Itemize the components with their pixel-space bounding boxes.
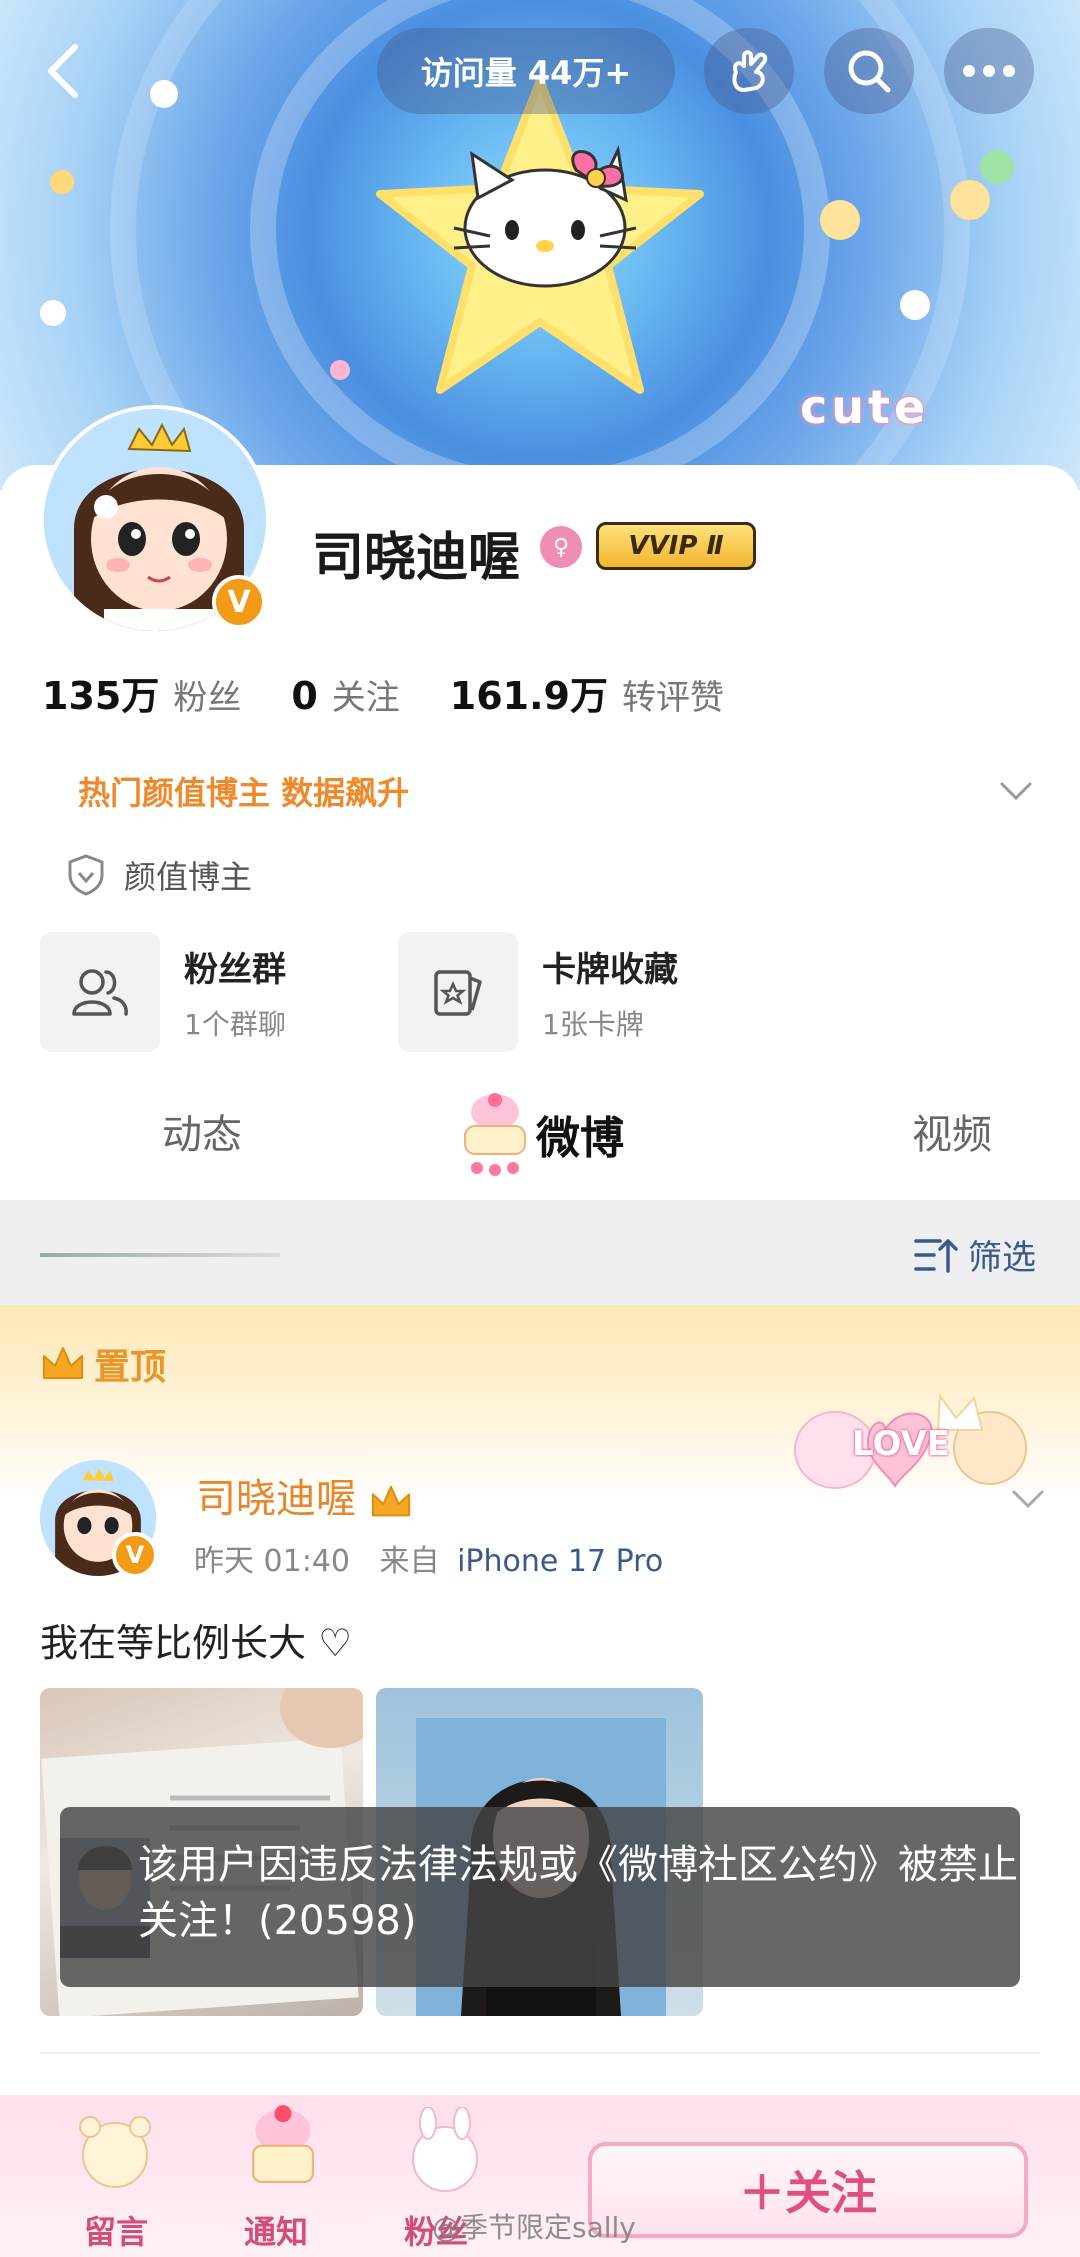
shield-icon [68, 854, 104, 896]
post-source-prefix: 来自 [379, 1544, 440, 1579]
tab-weibo[interactable]: 微博 [536, 1102, 624, 1166]
search-icon [848, 50, 891, 93]
post-source[interactable]: iPhone 17 Pro [457, 1544, 663, 1579]
category-tag[interactable]: 颜值博主 [66, 852, 252, 898]
sort-filter-icon [914, 1238, 958, 1273]
banner-dot [820, 200, 860, 240]
post-author-name-text: 司晓迪喔 [196, 1476, 356, 1522]
hand-icon [732, 50, 768, 92]
banner-dot [50, 170, 74, 194]
post-menu-chevron-icon[interactable] [1008, 1478, 1048, 1518]
post-time: 昨天 01:40 [194, 1544, 350, 1579]
hot-tag[interactable]: 热门颜值博主 数据飙升 [78, 768, 409, 814]
ban-notice-toast: 该用户因违反法律法规或《微博社区公约》被禁止关注！(20598) [60, 1807, 1020, 1987]
profile-stats: 135万 粉丝 0 关注 161.9万 转评赞 [42, 665, 774, 720]
fan-group-title: 粉丝群 [184, 949, 286, 990]
post-author-name[interactable]: 司晓迪喔 [196, 1466, 413, 1524]
vvip-badge[interactable]: VVIP Ⅱ [596, 522, 756, 570]
banner-dot [900, 290, 930, 320]
card-star-icon [434, 970, 482, 1016]
cupcake-sticker-icon [252, 2105, 314, 2183]
following-count[interactable]: 0 [291, 674, 317, 718]
bear-sticker-icon [79, 2116, 151, 2188]
vip-crown-icon [371, 1485, 410, 1517]
filter-bar: 筛选 [0, 1200, 1080, 1305]
post-divider [40, 2052, 1040, 2054]
engagement-label: 转评赞 [621, 678, 724, 718]
more-dots-icon [963, 65, 1015, 77]
profile-tabs: 动态 微博 视频 [0, 1080, 1080, 1200]
banner-dot [950, 180, 990, 220]
profile-name: 司晓迪喔 [312, 527, 521, 588]
banner-dot [150, 80, 178, 108]
fan-group-entry[interactable]: 粉丝群 1个群聊 [40, 932, 286, 1052]
card-collection-entry[interactable]: 卡牌收藏 1张卡牌 [398, 932, 678, 1052]
kitty-face-illustration [453, 144, 637, 288]
chevron-left-icon [48, 44, 78, 98]
banner-cute-text: cute [800, 380, 930, 434]
watermark: @季节限定sally [432, 2211, 636, 2244]
filter-label: 筛选 [968, 1238, 1036, 1278]
pinned-label: 置顶 [40, 1338, 166, 1390]
pinned-text: 置顶 [94, 1347, 167, 1388]
gift-button[interactable] [704, 28, 794, 114]
category-tag-label: 颜值博主 [124, 858, 253, 896]
banner-dot [40, 300, 66, 326]
banner-dot [330, 360, 350, 380]
users-icon [72, 969, 128, 1016]
cake-sticker-icon [464, 1093, 526, 1176]
post-meta: 昨天 01:40 来自 iPhone 17 Pro [194, 1536, 663, 1580]
chevron-down-icon[interactable] [996, 770, 1036, 810]
fan-group-sub: 1个群聊 [184, 1007, 286, 1041]
verified-badge: V [212, 575, 266, 629]
engagement-count: 161.9万 [449, 674, 608, 718]
back-button[interactable] [28, 28, 98, 114]
card-collection-title: 卡牌收藏 [542, 949, 678, 990]
fans-count[interactable]: 135万 [42, 665, 159, 720]
filter-button[interactable]: 筛选 [914, 1230, 1036, 1279]
following-label[interactable]: 关注 [332, 670, 400, 719]
post-verified-badge: V [112, 1532, 158, 1578]
card-collection-sub: 1张卡牌 [542, 1007, 644, 1041]
fans-label[interactable]: 粉丝 [173, 670, 241, 719]
banner-dot [980, 150, 1014, 184]
bunny-sticker-icon [412, 2107, 478, 2192]
follow-button[interactable]: ＋关注 [588, 2142, 1028, 2238]
love-sticker-text: LOVE [852, 1424, 950, 1464]
female-icon: ♀ [540, 526, 582, 568]
more-button[interactable] [944, 28, 1034, 114]
tab-dynamics[interactable]: 动态 [162, 1102, 242, 1160]
notify-button[interactable]: 通知 [244, 2207, 308, 2253]
fan-group-icon-box [40, 932, 160, 1052]
comment-button[interactable]: 留言 [84, 2207, 148, 2253]
visit-count-pill[interactable]: 访问量 44万+ [377, 28, 675, 114]
tab-video[interactable]: 视频 [912, 1102, 992, 1160]
filter-divider [40, 1253, 280, 1257]
crown-icon [43, 1347, 83, 1379]
search-button[interactable] [824, 28, 914, 114]
post-body-text: 我在等比例长大 ♡ [40, 1621, 353, 1665]
card-collection-icon-box [398, 932, 518, 1052]
